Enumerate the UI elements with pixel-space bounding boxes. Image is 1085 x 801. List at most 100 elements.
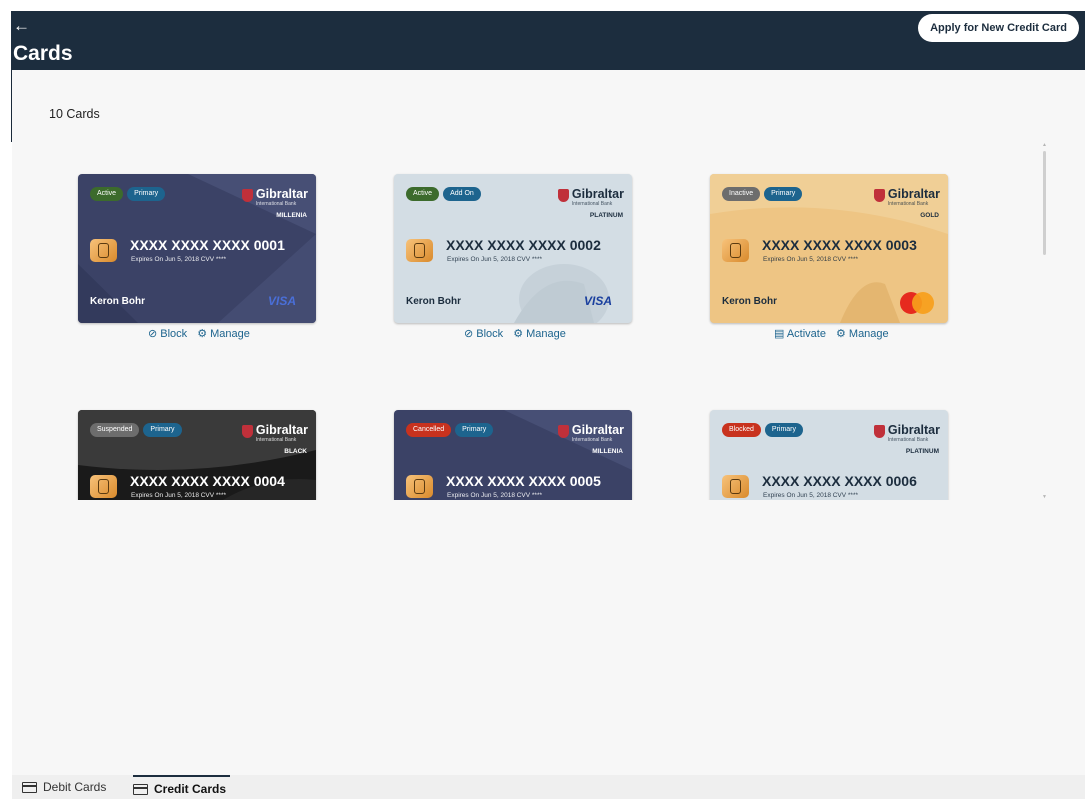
visa-logo: VISA xyxy=(583,294,612,308)
card-tier: PLATINUM xyxy=(905,448,939,455)
card-0005[interactable]: Cancelled Primary Gibraltar Internationa… xyxy=(394,410,632,500)
mastercard-logo-icon xyxy=(900,292,936,314)
chip-icon xyxy=(406,475,433,498)
card-tier: MILLENIA xyxy=(276,212,307,219)
card-actions: ⊘ Block ⚙ Manage xyxy=(148,327,250,340)
card-tier: PLATINUM xyxy=(589,212,623,219)
card-holder: Keron Bohr xyxy=(722,296,777,307)
apply-new-credit-card-button[interactable]: Apply for New Credit Card xyxy=(918,14,1079,42)
type-badge: Primary xyxy=(764,187,803,201)
card-0003[interactable]: Inactive Primary Gibraltar International… xyxy=(710,174,948,323)
type-badge: Add On xyxy=(443,187,481,201)
card-count: 10 Cards xyxy=(49,107,100,121)
card-expiry: Expires On Jun 5, 2018 CVV **** xyxy=(763,492,859,499)
page-title: Cards xyxy=(13,42,73,65)
chip-icon xyxy=(722,475,749,498)
block-button[interactable]: ⊘ Block xyxy=(464,327,503,340)
card-number: XXXX XXXX XXXX 0006 xyxy=(762,473,917,489)
card-number: XXXX XXXX XXXX 0003 xyxy=(762,237,917,253)
scroll-down-icon[interactable]: ▼ xyxy=(1042,494,1047,500)
card-0006[interactable]: Blocked Primary Gibraltar International … xyxy=(710,410,948,500)
card-expiry: Expires On Jun 5, 2018 CVV **** xyxy=(447,256,543,263)
brand-subtitle: International Bank xyxy=(571,200,613,207)
status-badge: Suspended xyxy=(90,423,140,437)
card-expiry: Expires On Jun 5, 2018 CVV **** xyxy=(131,492,227,499)
card-icon xyxy=(22,782,37,793)
block-label: Block xyxy=(160,328,188,340)
brand-name: Gibraltar xyxy=(887,187,940,201)
back-arrow-icon[interactable]: ← xyxy=(13,17,30,34)
manage-label: Manage xyxy=(526,328,566,340)
chip-icon xyxy=(90,475,117,498)
card-0004[interactable]: Suspended Primary Gibraltar Internationa… xyxy=(78,410,316,500)
scroll-up-icon[interactable]: ▲ xyxy=(1042,142,1047,148)
brand-subtitle: International Bank xyxy=(571,436,613,443)
card-tier: BLACK xyxy=(284,448,307,455)
card-type-tabs: Debit Cards Credit Cards xyxy=(12,775,1085,799)
activate-label: Activate xyxy=(786,328,826,340)
manage-button[interactable]: ⚙ Manage xyxy=(197,327,250,340)
visa-logo: VISA xyxy=(267,294,296,308)
brand-subtitle: International Bank xyxy=(255,436,297,443)
manage-button[interactable]: ⚙ Manage xyxy=(836,327,889,340)
bank-logo: Gibraltar International Bank xyxy=(557,423,624,443)
manage-label: Manage xyxy=(848,328,889,340)
app-header: ← Cards Apply for New Credit Card xyxy=(11,11,1085,70)
card-tier: GOLD xyxy=(920,212,939,219)
status-badge: Inactive xyxy=(722,187,761,201)
card-number: XXXX XXXX XXXX 0001 xyxy=(130,237,285,253)
crest-icon xyxy=(873,189,885,202)
tab-label: Debit Cards xyxy=(43,780,107,794)
card-expiry: Expires On Jun 5, 2018 CVV **** xyxy=(763,256,859,263)
crest-icon xyxy=(241,425,253,438)
card-0001[interactable]: Active Primary Gibraltar International B… xyxy=(78,174,316,323)
card-0002[interactable]: Active Add On Gibraltar International Ba… xyxy=(394,174,632,323)
card-expiry: Expires On Jun 5, 2018 CVV **** xyxy=(447,492,543,499)
chip-icon xyxy=(406,239,433,262)
brand-name: Gibraltar xyxy=(887,423,940,437)
bank-logo: Gibraltar International Bank xyxy=(241,423,308,443)
bank-logo: Gibraltar International Bank xyxy=(241,187,308,207)
card-actions: ▤ Activate ⚙ Manage xyxy=(774,327,889,340)
status-badge: Blocked xyxy=(722,423,761,437)
tab-credit-cards[interactable]: Credit Cards xyxy=(133,775,231,801)
cards-content: 10 Cards Active Primary Gibraltar Intern… xyxy=(12,70,1085,775)
manage-label: Manage xyxy=(210,328,250,340)
cards-grid: Active Primary Gibraltar International B… xyxy=(66,142,1063,500)
bank-logo: Gibraltar International Bank xyxy=(873,187,940,207)
tab-debit-cards[interactable]: Debit Cards xyxy=(22,775,106,799)
scrollbar-thumb[interactable] xyxy=(1043,151,1046,255)
status-badge: Active xyxy=(90,187,124,201)
tab-label: Credit Cards xyxy=(154,782,227,796)
card-tier: MILLENIA xyxy=(592,448,623,455)
chip-icon xyxy=(90,239,117,262)
crest-icon xyxy=(873,425,885,438)
type-badge: Primary xyxy=(455,423,494,437)
card-actions: ⊘ Block ⚙ Manage xyxy=(464,327,566,340)
brand-name: Gibraltar xyxy=(255,187,308,201)
crest-icon xyxy=(557,189,569,202)
card-number: XXXX XXXX XXXX 0005 xyxy=(446,473,601,489)
type-badge: Primary xyxy=(143,423,182,437)
brand-subtitle: International Bank xyxy=(255,200,297,207)
status-badge: Active xyxy=(406,187,440,201)
cards-scrollbar[interactable]: ▲ ▼ xyxy=(1041,142,1048,500)
brand-name: Gibraltar xyxy=(571,423,624,437)
activate-button[interactable]: ▤ Activate xyxy=(774,327,826,340)
crest-icon xyxy=(557,425,569,438)
bank-logo: Gibraltar International Bank xyxy=(557,188,624,207)
brand-name: Gibraltar xyxy=(255,423,308,437)
type-badge: Primary xyxy=(764,423,804,437)
bank-logo: Gibraltar International Bank xyxy=(873,423,940,443)
card-holder: Keron Bohr xyxy=(406,296,461,307)
brand-subtitle: International Bank xyxy=(887,436,929,443)
chip-icon xyxy=(722,239,749,262)
brand-subtitle: International Bank xyxy=(887,200,929,207)
type-badge: Primary xyxy=(127,187,166,201)
block-button[interactable]: ⊘ Block xyxy=(148,327,187,340)
card-holder: Keron Bohr xyxy=(90,296,145,307)
manage-button[interactable]: ⚙ Manage xyxy=(513,327,566,340)
crest-icon xyxy=(241,189,253,202)
card-expiry: Expires On Jun 5, 2018 CVV **** xyxy=(131,256,227,263)
card-icon xyxy=(133,784,148,795)
